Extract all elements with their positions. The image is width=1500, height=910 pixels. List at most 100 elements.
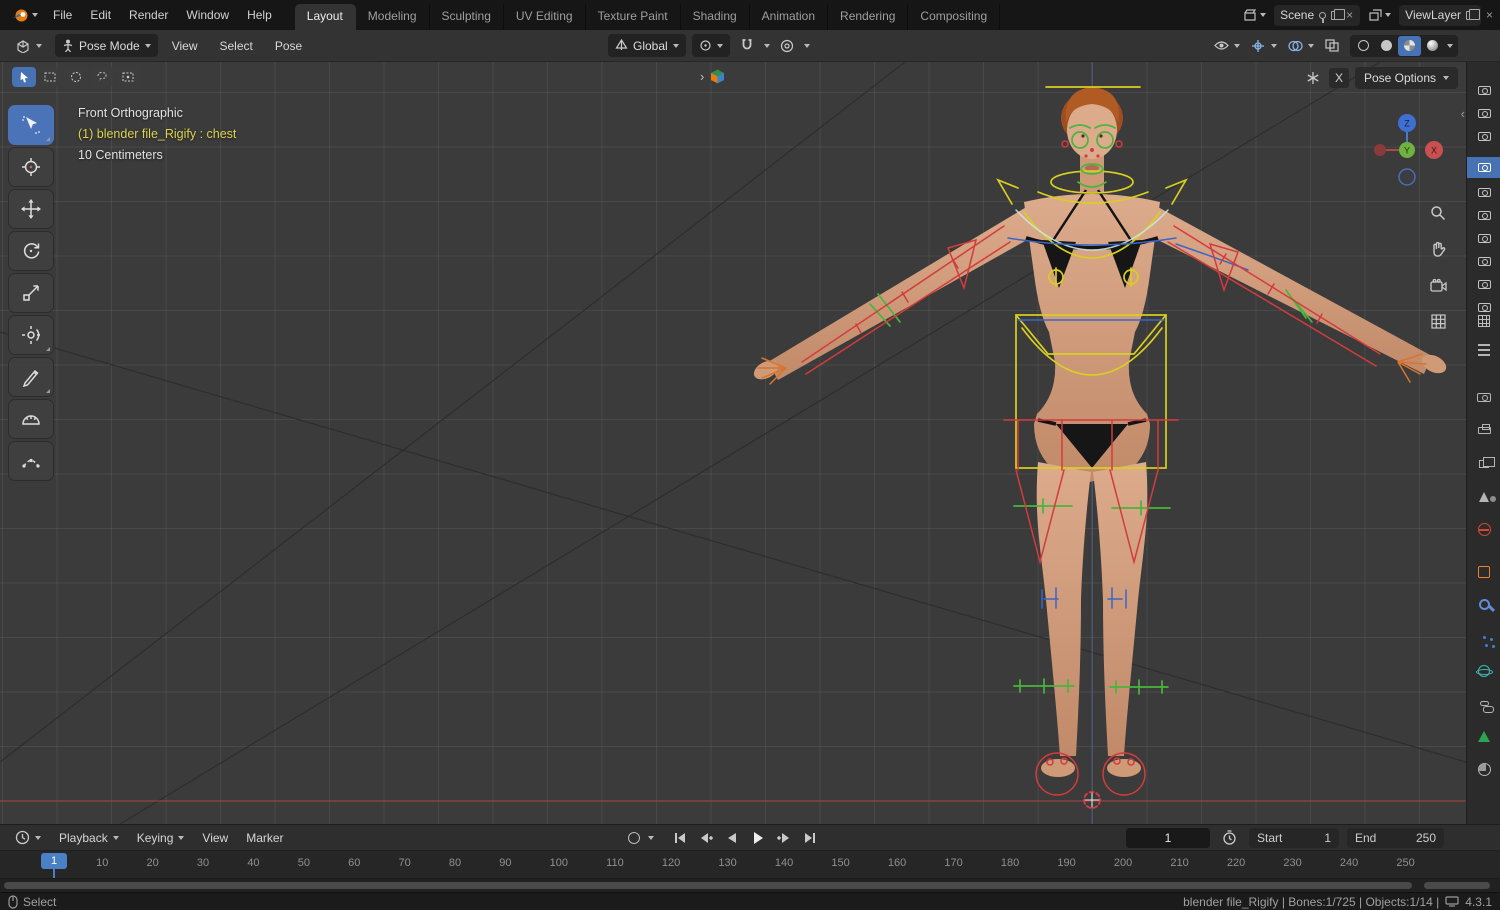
breakdowner-tool[interactable]: [8, 441, 54, 481]
expand-chevron-icon[interactable]: ›: [700, 69, 704, 84]
move-tool[interactable]: [8, 189, 54, 229]
scale-tool[interactable]: [8, 273, 54, 313]
properties-tab-viewlayer[interactable]: [1467, 453, 1500, 474]
select-box-tool[interactable]: [8, 105, 54, 145]
shading-solid-button[interactable]: [1375, 36, 1398, 56]
zoom-button[interactable]: [1426, 201, 1450, 225]
current-frame-field[interactable]: 1: [1126, 827, 1210, 848]
shading-material-button[interactable]: [1398, 35, 1421, 56]
shading-wireframe-button[interactable]: [1352, 36, 1375, 56]
xray-toggle[interactable]: [1321, 35, 1343, 57]
outliner-item[interactable]: [1467, 228, 1500, 249]
tab-compositing[interactable]: Compositing: [908, 4, 1001, 30]
select-tweak-button[interactable]: [12, 67, 36, 87]
properties-tab-constraints[interactable]: [1467, 693, 1500, 714]
outliner-item[interactable]: [1467, 182, 1500, 203]
shading-rendered-button[interactable]: [1421, 36, 1444, 56]
tab-modeling[interactable]: Modeling: [356, 4, 430, 30]
cursor-tool[interactable]: [8, 147, 54, 187]
menu-help[interactable]: Help: [238, 3, 281, 27]
frame-ruler[interactable]: 1102030405060708090100110120130140150160…: [48, 857, 1415, 869]
menu-keying[interactable]: Keying: [130, 827, 192, 849]
play-button[interactable]: [746, 828, 769, 848]
outliner-item[interactable]: [1467, 251, 1500, 272]
viewport-canvas[interactable]: [0, 62, 1466, 824]
tab-rendering[interactable]: Rendering: [828, 4, 909, 30]
chevron-down-icon[interactable]: [1308, 43, 1314, 48]
bone-shape-lines[interactable]: [0, 62, 1466, 824]
proportional-options-chevron-icon[interactable]: [803, 43, 810, 48]
chevron-down-icon[interactable]: [1234, 43, 1240, 48]
jump-to-end-button[interactable]: [798, 828, 821, 848]
outliner-item[interactable]: [1467, 126, 1500, 147]
measure-tool[interactable]: [8, 399, 54, 439]
properties-tab-scene[interactable]: [1467, 486, 1500, 507]
end-frame-field[interactable]: End 250: [1347, 827, 1444, 848]
mirror-toggle[interactable]: [1303, 68, 1323, 88]
outliner-item[interactable]: [1467, 205, 1500, 226]
annotate-tool[interactable]: [8, 357, 54, 397]
properties-tab-physics[interactable]: [1467, 660, 1500, 681]
mode-selector[interactable]: Pose Mode: [55, 34, 158, 57]
clear-axis-button[interactable]: X: [1328, 68, 1349, 88]
scrollbar-zoom-handle[interactable]: [1424, 882, 1490, 889]
pan-button[interactable]: [1426, 237, 1450, 261]
timeline-ruler[interactable]: 1102030405060708090100110120130140150160…: [0, 850, 1500, 879]
outliner-item-selected[interactable]: [1467, 157, 1500, 178]
object-visibility-toggle[interactable]: [1210, 35, 1232, 57]
show-gizmo-toggle[interactable]: [1247, 35, 1269, 57]
unlink-scene-icon[interactable]: ×: [1345, 9, 1354, 21]
properties-tab-render[interactable]: [1467, 387, 1500, 408]
scene-browse-button[interactable]: [1239, 7, 1270, 23]
new-viewlayer-icon[interactable]: [1465, 8, 1480, 20]
properties-tab-particles[interactable]: [1467, 627, 1500, 648]
navigation-gizmo[interactable]: Z X Y: [1369, 112, 1445, 188]
show-overlays-toggle[interactable]: [1284, 35, 1306, 57]
pivot-point-selector[interactable]: [691, 34, 730, 57]
outliner-item[interactable]: [1467, 80, 1500, 101]
proportional-edit-toggle[interactable]: [776, 35, 798, 57]
menu-edit[interactable]: Edit: [81, 3, 120, 27]
menu-playback[interactable]: Playback: [52, 827, 126, 849]
pin-icon[interactable]: [1319, 11, 1327, 23]
viewlayer-name-field[interactable]: ViewLayer: [1399, 4, 1481, 26]
tab-texture-paint[interactable]: Texture Paint: [586, 4, 681, 30]
orientation-selector[interactable]: Global: [608, 34, 686, 57]
properties-tab-modifiers[interactable]: [1467, 594, 1500, 615]
toggle-perspective-button[interactable]: [1426, 309, 1450, 333]
select-circle-button[interactable]: [64, 67, 88, 87]
asset-breadcrumb[interactable]: ›: [700, 68, 726, 85]
next-keyframe-button[interactable]: [772, 828, 795, 848]
viewport-3d[interactable]: Front Orthographic (1) blender file_Rigi…: [0, 62, 1466, 824]
outliner-filter[interactable]: [1467, 310, 1500, 331]
auto-keying-toggle[interactable]: [622, 828, 645, 848]
select-box-button[interactable]: [38, 67, 62, 87]
keying-set-chevron-icon[interactable]: [648, 835, 654, 840]
select-lasso-button[interactable]: [90, 67, 114, 87]
remove-viewlayer-icon[interactable]: ×: [1485, 9, 1494, 21]
menu-marker[interactable]: Marker: [239, 827, 290, 849]
properties-tab-material[interactable]: [1467, 759, 1500, 780]
tab-layout[interactable]: Layout: [294, 4, 356, 30]
play-reverse-button[interactable]: [720, 828, 743, 848]
properties-tab-tool[interactable]: [1467, 344, 1500, 375]
tab-shading[interactable]: Shading: [681, 4, 750, 30]
tab-animation[interactable]: Animation: [750, 4, 829, 30]
horizontal-scrollbar[interactable]: [4, 882, 1412, 889]
outliner-item[interactable]: [1467, 274, 1500, 295]
properties-tab-output[interactable]: [1467, 420, 1500, 441]
menu-view[interactable]: View: [164, 35, 206, 57]
menu-pose[interactable]: Pose: [267, 35, 310, 57]
blender-menu-button[interactable]: [6, 7, 44, 24]
viewlayer-browse-button[interactable]: [1364, 7, 1395, 23]
properties-tab-data[interactable]: [1467, 726, 1500, 747]
menu-select[interactable]: Select: [212, 35, 261, 57]
rotate-tool[interactable]: [8, 231, 54, 271]
scene-name-field[interactable]: Scene ×: [1274, 4, 1361, 26]
camera-view-button[interactable]: [1426, 273, 1450, 297]
editor-type-button[interactable]: [8, 34, 49, 57]
menu-timeline-view[interactable]: View: [195, 827, 235, 849]
playhead[interactable]: 1: [41, 853, 67, 869]
use-preview-range-toggle[interactable]: [1218, 828, 1241, 848]
timeline-editor-type-button[interactable]: [8, 826, 48, 849]
